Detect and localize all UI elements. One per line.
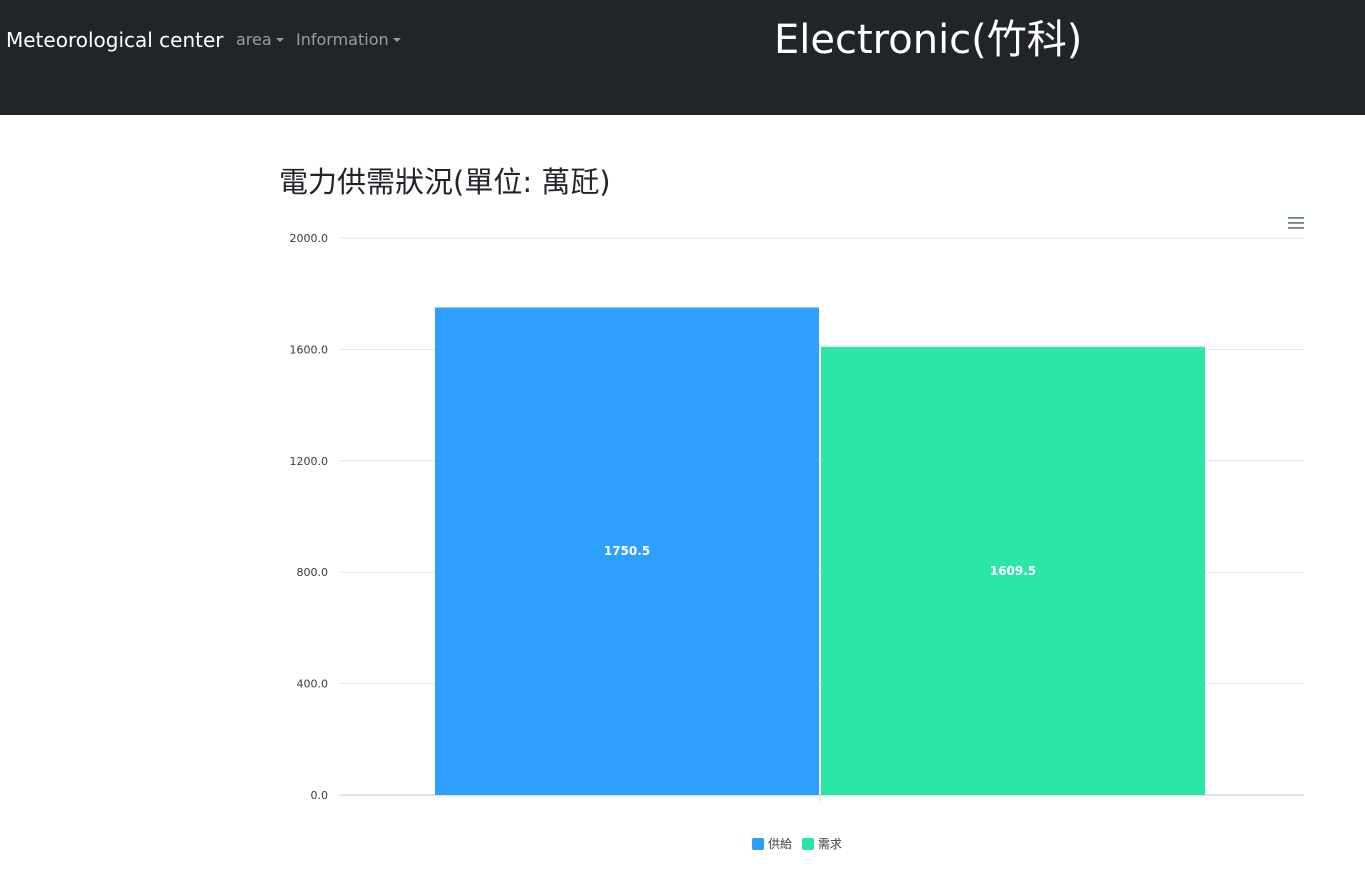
y-tick-label: 2000.0 <box>290 232 329 245</box>
legend-item-demand[interactable]: 需求 <box>801 835 842 852</box>
chart-legend: 供給 需求 <box>752 835 848 851</box>
bar-supply <box>435 307 819 795</box>
y-tick-label: 800.0 <box>297 566 329 579</box>
chart-heading: 電力供需狀況(單位: 萬瓩) <box>279 165 611 199</box>
hamburger-menu-icon[interactable] <box>1286 213 1308 233</box>
legend-item-supply[interactable]: 供給 <box>752 835 792 852</box>
legend-label-supply: 供給 <box>768 837 793 851</box>
nav-dropdown-area-label: area <box>236 30 272 49</box>
legend-marker-supply <box>752 838 764 850</box>
site-title: Electronic(竹科) <box>774 17 1083 63</box>
y-tick-label: 0.0 <box>311 789 329 802</box>
y-tick-label: 1600.0 <box>290 343 329 356</box>
y-tick-label: 400.0 <box>297 678 329 691</box>
data-label-supply: 1750.5 <box>604 544 650 558</box>
caret-down-icon <box>275 38 284 42</box>
y-tick-label: 1200.0 <box>290 455 329 468</box>
nav-dropdown-information[interactable]: Information <box>296 30 401 50</box>
caret-down-icon <box>392 38 401 42</box>
bar-demand <box>821 346 1205 795</box>
data-label-demand: 1609.5 <box>990 564 1036 578</box>
legend-label-demand: 需求 <box>817 837 842 851</box>
brand-link[interactable]: Meteorological center <box>6 27 224 53</box>
navbar: Meteorological center area Information E… <box>0 0 1365 115</box>
bar-chart: 0.0 400.0 800.0 1200.0 1600.0 2000.0 1750.5 160… <box>290 232 1304 802</box>
legend-marker-demand <box>801 838 814 850</box>
nav-dropdown-information-label: Information <box>296 30 389 49</box>
nav-dropdown-area[interactable]: area <box>236 30 284 50</box>
